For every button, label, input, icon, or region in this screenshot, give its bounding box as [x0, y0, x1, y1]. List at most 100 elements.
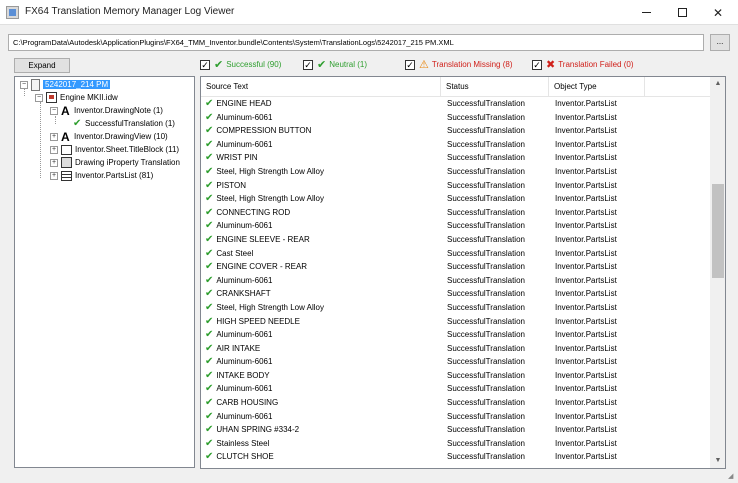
column-header-status[interactable]: Status [441, 77, 549, 97]
check-icon: ✔ [214, 59, 224, 71]
app-icon [6, 6, 19, 19]
source-text-cell: ✔ CLUTCH SHOE [205, 450, 441, 464]
browse-button[interactable]: ... [710, 34, 730, 51]
tree-node-drawing-view[interactable]: + A Inventor.DrawingView (10) [50, 130, 168, 143]
expand-toggle-icon[interactable]: + [50, 158, 58, 167]
collapse-toggle-icon[interactable]: − [20, 80, 28, 89]
tree-node-root[interactable]: − 5242017_214 PM [20, 78, 111, 91]
table-row[interactable]: ✔ CONNECTING ROD SuccessfulTranslation Inve… [201, 206, 710, 220]
source-text-cell: ✔ Aluminum-6061 [205, 219, 441, 233]
title-block-icon [61, 144, 72, 155]
status-cell: SuccessfulTranslation [447, 411, 525, 421]
tree-node-iproperty[interactable]: + Drawing iProperty Translation [50, 156, 180, 169]
table-row[interactable]: ✔ ENGINE SLEEVE - REAR SuccessfulTranslati… [201, 233, 710, 247]
scroll-down-icon[interactable]: ▼ [710, 454, 725, 468]
filter-checkbox[interactable]: ✓ [200, 59, 210, 70]
source-text: Stainless Steel [216, 438, 270, 448]
table-row[interactable]: ✔ CARB HOUSING SuccessfulTranslation Invent… [201, 396, 710, 410]
grid-rows: ✔ ENGINE HEAD SuccessfulTranslation Invento… [201, 97, 710, 464]
filter-checkbox[interactable]: ✓ [405, 59, 415, 70]
check-icon: ✔ [205, 179, 214, 191]
source-text: Cast Steel [216, 248, 254, 258]
table-row[interactable]: ✔ ENGINE COVER - REAR SuccessfulTranslatio… [201, 260, 710, 274]
log-tree[interactable]: − 5242017_214 PM − Engine MKII.idw − A I… [14, 76, 195, 468]
minimize-button[interactable] [628, 0, 664, 25]
table-row[interactable]: ✔ COMPRESSION BUTTON SuccessfulTranslation… [201, 124, 710, 138]
table-row[interactable]: ✔ CRANKSHAFT SuccessfulTranslation Inventor… [201, 287, 710, 301]
column-header-source-text[interactable]: Source Text [201, 77, 441, 97]
filter-translation-failed[interactable]: ✓ ✖ Translation Failed (0) [532, 58, 634, 71]
check-icon: ✔ [205, 437, 214, 449]
source-text: Aluminum-6061 [216, 411, 273, 421]
parts-list-icon [61, 170, 72, 181]
table-row[interactable]: ✔ Cast Steel SuccessfulTranslation Inventor… [201, 247, 710, 261]
table-row[interactable]: ✔ ENGINE HEAD SuccessfulTranslation Invento… [201, 97, 710, 111]
scroll-up-icon[interactable]: ▲ [710, 77, 725, 91]
source-text-cell: ✔ Cast Steel [205, 247, 441, 261]
maximize-button[interactable] [664, 0, 700, 25]
object-type-cell: Inventor.PartsList [555, 234, 617, 244]
source-text: Steel, High Strength Low Alloy [216, 166, 325, 176]
status-cell: SuccessfulTranslation [447, 357, 525, 367]
filter-successful[interactable]: ✓ ✔ Successful (90) [200, 58, 281, 71]
table-row[interactable]: ✔ PISTON SuccessfulTranslation Inventor.Par… [201, 179, 710, 193]
filter-neutral[interactable]: ✓ ✔ Neutral (1) [303, 58, 367, 71]
filter-translation-missing[interactable]: ✓ ⚠ Translation Missing (8) [405, 58, 513, 71]
iproperty-icon [61, 157, 72, 168]
close-button[interactable]: ✕ [700, 0, 736, 25]
source-text: Steel, High Strength Low Alloy [216, 194, 325, 204]
status-cell: SuccessfulTranslation [447, 180, 525, 190]
table-row[interactable]: ✔ Steel, High Strength Low Alloy Successfu… [201, 165, 710, 179]
table-row[interactable]: ✔ Aluminum-6061 SuccessfulTranslation Inven… [201, 111, 710, 125]
close-icon: ✕ [712, 5, 724, 20]
source-text: UHAN SPRING #334-2 [216, 425, 300, 435]
table-row[interactable]: ✔ Aluminum-6061 SuccessfulTranslation Inven… [201, 138, 710, 152]
source-text: HIGH SPEED NEEDLE [216, 316, 300, 326]
table-row[interactable]: ✔ Steel, High Strength Low Alloy Successfu… [201, 192, 710, 206]
filter-checkbox[interactable]: ✓ [532, 59, 542, 70]
status-cell: SuccessfulTranslation [447, 234, 525, 244]
table-row[interactable]: ✔ Aluminum-6061 SuccessfulTranslation Inven… [201, 382, 710, 396]
scrollbar-thumb[interactable] [712, 184, 724, 278]
table-row[interactable]: ✔ Aluminum-6061 SuccessfulTranslation Inven… [201, 355, 710, 369]
table-row[interactable]: ✔ Steel, High Strength Low Alloy Successfu… [201, 301, 710, 315]
source-text-cell: ✔ CRANKSHAFT [205, 287, 441, 301]
table-row[interactable]: ✔ AIR INTAKE SuccessfulTranslation Inventor… [201, 342, 710, 356]
tree-node-drawing-note[interactable]: − A Inventor.DrawingNote (1) [50, 104, 163, 117]
resize-grip-icon[interactable]: ◢ [728, 473, 736, 481]
tree-node-document[interactable]: − Engine MKII.idw [35, 91, 118, 104]
tree-node-successful-translation[interactable]: ✔ SuccessfulTranslation (1) [73, 117, 175, 130]
table-row[interactable]: ✔ HIGH SPEED NEEDLE SuccessfulTranslation I… [201, 315, 710, 329]
table-row[interactable]: ✔ Aluminum-6061 SuccessfulTranslation Inven… [201, 219, 710, 233]
log-file-icon [31, 78, 40, 91]
table-row[interactable]: ✔ CLUTCH SHOE SuccessfulTranslation Invento… [201, 450, 710, 464]
collapse-toggle-icon[interactable]: − [35, 93, 43, 102]
table-row[interactable]: ✔ Aluminum-6061 SuccessfulTranslation Inven… [201, 410, 710, 424]
table-row[interactable]: ✔ INTAKE BODY SuccessfulTranslation Invento… [201, 369, 710, 383]
status-cell: SuccessfulTranslation [447, 126, 525, 136]
translation-log-grid[interactable]: Source Text Status Object Type ✔ ENGINE H… [200, 76, 726, 469]
table-row[interactable]: ✔ Aluminum-6061 SuccessfulTranslation Inven… [201, 328, 710, 342]
source-text: PISTON [216, 180, 247, 190]
object-type-cell: Inventor.PartsList [555, 262, 617, 272]
collapse-toggle-icon[interactable]: − [50, 106, 58, 115]
expand-button[interactable]: Expand [14, 58, 70, 73]
table-row[interactable]: ✔ UHAN SPRING #334-2 SuccessfulTranslation… [201, 423, 710, 437]
check-icon: ✔ [205, 369, 214, 381]
log-file-path-field[interactable]: C:\ProgramData\Autodesk\ApplicationPlugi… [8, 34, 704, 51]
status-cell: SuccessfulTranslation [447, 99, 525, 108]
tree-node-title-block[interactable]: + Inventor.Sheet.TitleBlock (11) [50, 143, 179, 156]
vertical-scrollbar[interactable]: ▲ ▼ [710, 77, 725, 468]
expand-toggle-icon[interactable]: + [50, 145, 58, 154]
expand-toggle-icon[interactable]: + [50, 132, 58, 141]
object-type-cell: Inventor.PartsList [555, 343, 617, 353]
table-row[interactable]: ✔ WRIST PIN SuccessfulTranslation Inventor.… [201, 151, 710, 165]
filter-checkbox[interactable]: ✓ [303, 59, 313, 70]
table-row[interactable]: ✔ Stainless Steel SuccessfulTranslation Inv… [201, 437, 710, 451]
table-row[interactable]: ✔ Aluminum-6061 SuccessfulTranslation Inven… [201, 274, 710, 288]
column-header-object-type[interactable]: Object Type [549, 77, 645, 97]
check-icon: ✔ [205, 165, 214, 177]
source-text-cell: ✔ Aluminum-6061 [205, 355, 441, 369]
expand-toggle-icon[interactable]: + [50, 171, 58, 180]
tree-node-parts-list[interactable]: + Inventor.PartsList (81) [50, 169, 153, 182]
